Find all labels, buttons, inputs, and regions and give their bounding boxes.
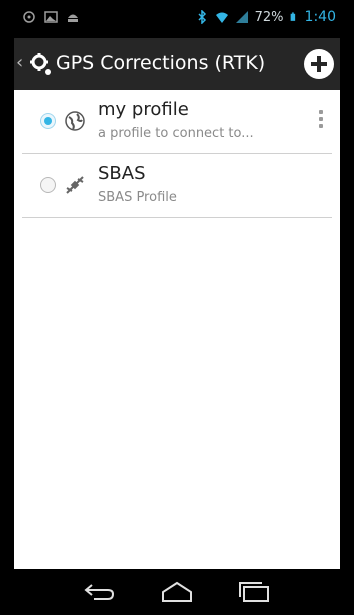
profile-subtitle: SBAS Profile — [98, 190, 177, 205]
status-left-icons — [22, 10, 80, 24]
wifi-icon — [215, 12, 228, 23]
status-time: 1:40 — [304, 9, 336, 25]
battery-icon — [290, 12, 295, 21]
globe-icon — [65, 111, 85, 131]
battery-percent: 72% — [254, 9, 284, 25]
device-frame: 72% 1:40 ‹ GPS Corrections (RTK) my prof… — [0, 0, 354, 615]
radio-unselected[interactable] — [40, 177, 56, 193]
bluetooth-icon — [198, 10, 206, 24]
list-item[interactable]: SBAS SBAS Profile — [22, 154, 332, 218]
up-caret-icon[interactable]: ‹ — [16, 52, 23, 73]
profile-subtitle: a profile to connect to... — [98, 126, 254, 141]
list-item[interactable]: my profile a profile to connect to... — [22, 90, 332, 154]
profile-list: my profile a profile to connect to... SB… — [14, 90, 340, 218]
sync-icon — [23, 11, 35, 23]
page-title: GPS Corrections (RTK) — [56, 52, 266, 74]
profile-title: my profile — [98, 99, 189, 120]
radio-selected[interactable] — [40, 113, 56, 129]
action-bar: ‹ GPS Corrections (RTK) — [14, 38, 340, 90]
signal-icon — [235, 11, 248, 23]
navigation-bar — [14, 569, 340, 615]
screen: 72% 1:40 ‹ GPS Corrections (RTK) my prof… — [14, 0, 340, 615]
android-icon — [68, 14, 78, 22]
overflow-menu-icon[interactable] — [314, 108, 328, 136]
status-right-icons: 72% 1:40 — [195, 9, 336, 25]
add-profile-button[interactable] — [304, 49, 334, 79]
home-icon[interactable] — [157, 579, 197, 605]
satellite-icon — [66, 176, 84, 194]
back-icon[interactable] — [80, 579, 120, 605]
status-bar: 72% 1:40 — [14, 0, 340, 38]
profile-title: SBAS — [98, 163, 146, 184]
image-icon — [44, 11, 58, 23]
gear-icon[interactable] — [28, 51, 54, 77]
recent-apps-icon[interactable] — [234, 579, 274, 605]
